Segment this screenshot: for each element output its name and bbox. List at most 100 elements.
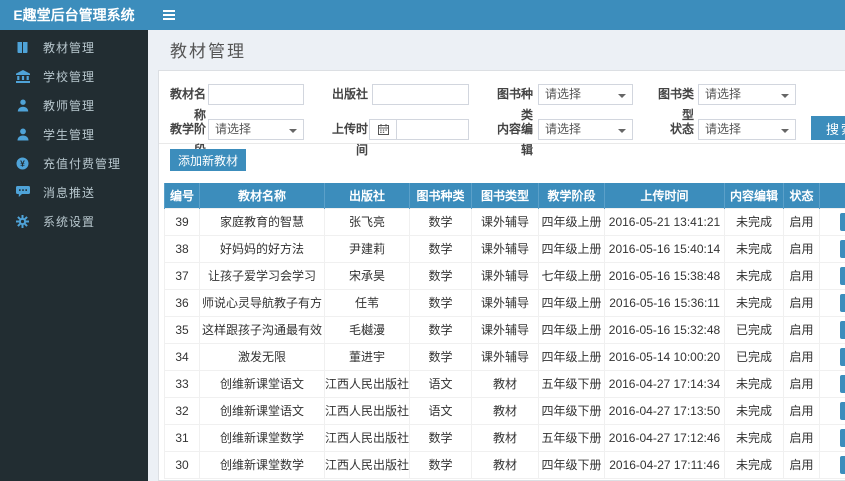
table-cell: 激发无限 bbox=[199, 342, 325, 371]
row-action-button[interactable] bbox=[840, 428, 845, 447]
table-cell: 34 bbox=[164, 342, 200, 371]
book-type-select[interactable]: 请选择 bbox=[698, 84, 796, 105]
content-edit-select[interactable]: 请选择 bbox=[538, 119, 633, 140]
table-cell: 董进宇 bbox=[324, 342, 410, 371]
table-cell: 江西人民出版社 bbox=[324, 450, 410, 479]
table-cell: 2016-05-16 15:40:14 bbox=[604, 234, 725, 263]
table-row: 36 师说心灵导航教子有方 任苇 数学 课外辅导 四年级上册 2016-05-16 15:3… bbox=[164, 288, 845, 317]
search-button[interactable]: 搜索 bbox=[811, 116, 845, 140]
sidebar-item-students[interactable]: 学生管理 bbox=[0, 120, 148, 148]
row-action-button[interactable] bbox=[840, 455, 845, 474]
sidebar-item-teachers[interactable]: 教师管理 bbox=[0, 91, 148, 119]
table-cell: 39 bbox=[164, 207, 200, 236]
table-cell: 2016-05-16 15:32:48 bbox=[604, 315, 725, 344]
table-cell: 数学 bbox=[409, 207, 472, 236]
table-cell: 未完成 bbox=[724, 369, 784, 398]
table-cell: 课外辅导 bbox=[471, 261, 539, 290]
table-cell: 启用 bbox=[783, 423, 820, 452]
table-cell: 未完成 bbox=[724, 288, 784, 317]
table-cell: 课外辅导 bbox=[471, 288, 539, 317]
chevron-down-icon bbox=[618, 129, 626, 137]
table-cell: 毛樾漫 bbox=[324, 315, 410, 344]
select-value: 请选择 bbox=[705, 87, 742, 101]
sidebar-item-schools[interactable]: 学校管理 bbox=[0, 62, 148, 90]
book-category-select[interactable]: 请选择 bbox=[538, 84, 633, 105]
row-action-button[interactable] bbox=[840, 239, 845, 258]
table-cell: 语文 bbox=[409, 369, 472, 398]
app-title: E趣堂后台管理系统 bbox=[13, 7, 135, 23]
table-cell: 已完成 bbox=[724, 342, 784, 371]
table-cell: 启用 bbox=[783, 342, 820, 371]
row-action-button[interactable] bbox=[840, 347, 845, 366]
column-header: 内容编辑 bbox=[724, 183, 784, 208]
row-action-button[interactable] bbox=[840, 374, 845, 393]
table-cell: 未完成 bbox=[724, 261, 784, 290]
recharge-icon: ¥ bbox=[15, 156, 30, 170]
sidebar-item-messages[interactable]: 消息推送 bbox=[0, 178, 148, 206]
table-cell: 31 bbox=[164, 423, 200, 452]
table-cell-actions bbox=[819, 234, 845, 263]
table-row: 33 创维新课堂语文 江西人民出版社 语文 教材 五年级下册 2016-04-27 17:1… bbox=[164, 369, 845, 398]
student-icon bbox=[15, 127, 30, 141]
materials-panel: 教材名称 出版社 图书种类 请选择 图书类型 请选择 教学阶段 请选择 上传时间 bbox=[158, 70, 845, 481]
material-name-input[interactable] bbox=[208, 84, 304, 105]
filter-label: 图书种类 bbox=[496, 87, 533, 122]
sidebar-item-label: 充值付费管理 bbox=[43, 156, 122, 171]
table-cell: 江西人民出版社 bbox=[324, 396, 410, 425]
sidebar-item-materials[interactable]: 教材管理 bbox=[0, 33, 148, 61]
table-cell: 课外辅导 bbox=[471, 315, 539, 344]
add-material-button[interactable]: 添加新教材 bbox=[170, 149, 246, 171]
sidebar-item-label: 系统设置 bbox=[43, 214, 96, 229]
sidebar-item-label: 教师管理 bbox=[43, 98, 96, 113]
table-cell: 江西人民出版社 bbox=[324, 369, 410, 398]
table-cell-actions bbox=[819, 288, 845, 317]
sidebar-item-label: 消息推送 bbox=[43, 185, 96, 200]
column-header: 教材名称 bbox=[199, 183, 325, 208]
sidebar: 教材管理 学校管理 教师管理 学生管理 ¥ 充值付费管理 消息推送 系统设置 bbox=[0, 30, 148, 481]
table-cell: 未完成 bbox=[724, 450, 784, 479]
page-title: 教材管理 bbox=[170, 42, 246, 61]
sidebar-toggle-button[interactable] bbox=[155, 0, 183, 30]
table-cell: 启用 bbox=[783, 369, 820, 398]
status-select[interactable]: 请选择 bbox=[698, 119, 796, 140]
sidebar-item-label: 教材管理 bbox=[43, 40, 96, 55]
table-header-row: 编号 教材名称 出版社 图书种类 图书类型 教学阶段 上传时间 内容编辑 状态 bbox=[164, 183, 845, 208]
table-cell: 启用 bbox=[783, 207, 820, 236]
table-cell: 师说心灵导航教子有方 bbox=[199, 288, 325, 317]
sidebar-item-settings[interactable]: 系统设置 bbox=[0, 207, 148, 235]
sidebar-item-recharge[interactable]: ¥ 充值付费管理 bbox=[0, 149, 148, 177]
table-row: 38 好妈妈的好方法 尹建莉 数学 课外辅导 四年级上册 2016-05-16 15:40:… bbox=[164, 234, 845, 263]
table-cell: 任苇 bbox=[324, 288, 410, 317]
materials-table: 编号 教材名称 出版社 图书种类 图书类型 教学阶段 上传时间 内容编辑 状态 … bbox=[164, 183, 845, 479]
table-cell: 2016-05-14 10:00:20 bbox=[604, 342, 725, 371]
table-cell: 2016-05-16 15:38:48 bbox=[604, 261, 725, 290]
teaching-stage-select[interactable]: 请选择 bbox=[208, 119, 304, 140]
row-action-button[interactable] bbox=[840, 266, 845, 285]
column-header: 图书类型 bbox=[471, 183, 539, 208]
table-cell: 四年级下册 bbox=[538, 396, 605, 425]
table-cell: 教材 bbox=[471, 450, 539, 479]
filter-form: 教材名称 出版社 图书种类 请选择 图书类型 请选择 教学阶段 请选择 上传时间 bbox=[159, 71, 845, 157]
table-cell: 36 bbox=[164, 288, 200, 317]
table-cell: 好妈妈的好方法 bbox=[199, 234, 325, 263]
book-icon bbox=[15, 40, 30, 54]
column-header: 出版社 bbox=[324, 183, 410, 208]
table-cell: 课外辅导 bbox=[471, 342, 539, 371]
table-cell: 启用 bbox=[783, 450, 820, 479]
app-logo[interactable]: E趣堂后台管理系统 bbox=[0, 0, 148, 30]
row-action-button[interactable] bbox=[840, 401, 845, 420]
table-cell: 语文 bbox=[409, 396, 472, 425]
table-row: 32 创维新课堂语文 江西人民出版社 语文 教材 四年级下册 2016-04-27 17:1… bbox=[164, 396, 845, 425]
table-cell: 未完成 bbox=[724, 207, 784, 236]
table-cell: 35 bbox=[164, 315, 200, 344]
row-action-button[interactable] bbox=[840, 212, 845, 231]
upload-time-input[interactable] bbox=[396, 119, 469, 140]
publisher-input[interactable] bbox=[372, 84, 469, 105]
table-cell: 数学 bbox=[409, 288, 472, 317]
main-content: 教材管理 教材名称 出版社 图书种类 请选择 图书类型 请选择 教学阶段 请选择 bbox=[148, 30, 845, 481]
sidebar-item-label: 学生管理 bbox=[43, 127, 96, 142]
table-cell: 启用 bbox=[783, 396, 820, 425]
table-cell: 数学 bbox=[409, 342, 472, 371]
row-action-button[interactable] bbox=[840, 320, 845, 339]
row-action-button[interactable] bbox=[840, 293, 845, 312]
